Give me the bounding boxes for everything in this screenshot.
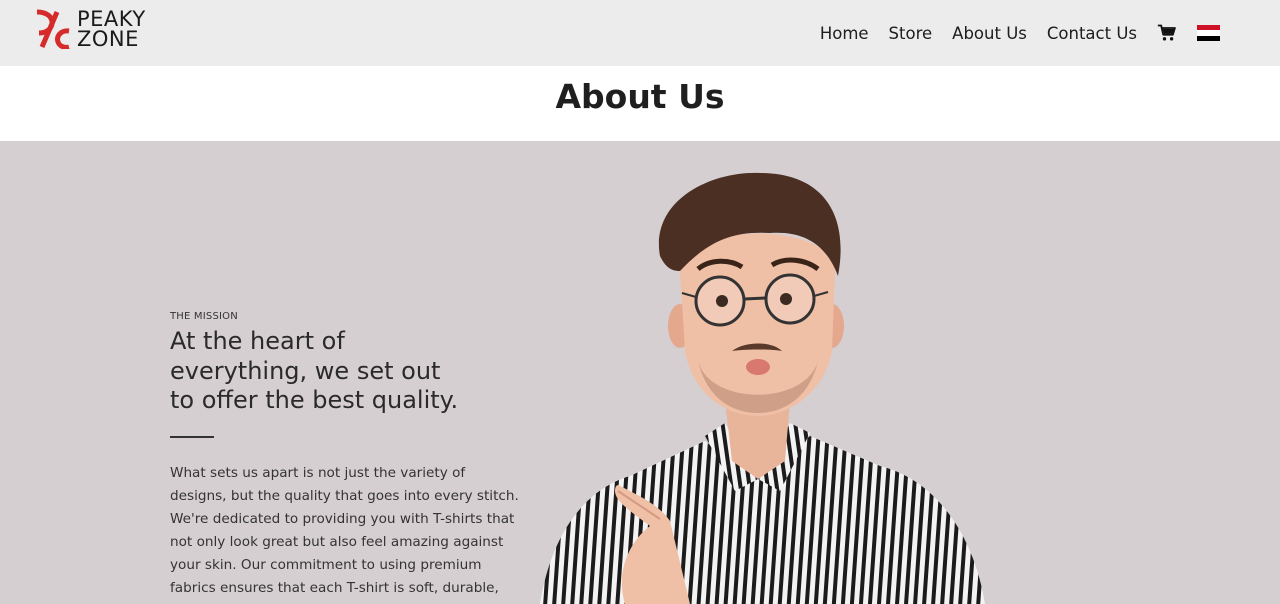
- logo-mark-icon: [36, 9, 70, 49]
- mission-text-block: THE MISSION At the heart of everything, …: [170, 311, 520, 604]
- brand-name-line2: ZONE: [77, 27, 139, 51]
- brand-name: PEAKY ZONE: [77, 7, 146, 51]
- egypt-flag-icon[interactable]: [1197, 25, 1220, 41]
- page-title: About Us: [555, 77, 725, 116]
- cart-icon[interactable]: [1157, 23, 1177, 43]
- navbar: PEAKY ZONE Home Store About Us Contact U…: [0, 0, 1280, 66]
- nav-home-link[interactable]: Home: [820, 24, 869, 43]
- brand-logo[interactable]: PEAKY ZONE: [33, 7, 146, 51]
- page-title-band: About Us: [0, 66, 1280, 141]
- mission-body: What sets us apart is not just the varie…: [170, 464, 519, 596]
- mission-headline: At the heart of everything, we set out t…: [170, 327, 459, 414]
- main-nav: Home Store About Us Contact Us: [800, 0, 1220, 66]
- brand-name-line1: PEAKY: [77, 7, 146, 31]
- nav-contact-link[interactable]: Contact Us: [1047, 24, 1137, 43]
- nav-about-link[interactable]: About Us: [952, 24, 1027, 43]
- man-in-glasses-pointing-photo: [540, 172, 985, 604]
- nav-store-link[interactable]: Store: [889, 24, 933, 43]
- mission-section: THE MISSION At the heart of everything, …: [0, 141, 1280, 604]
- mission-eyebrow: THE MISSION: [170, 311, 238, 322]
- mission-divider: [170, 435, 214, 438]
